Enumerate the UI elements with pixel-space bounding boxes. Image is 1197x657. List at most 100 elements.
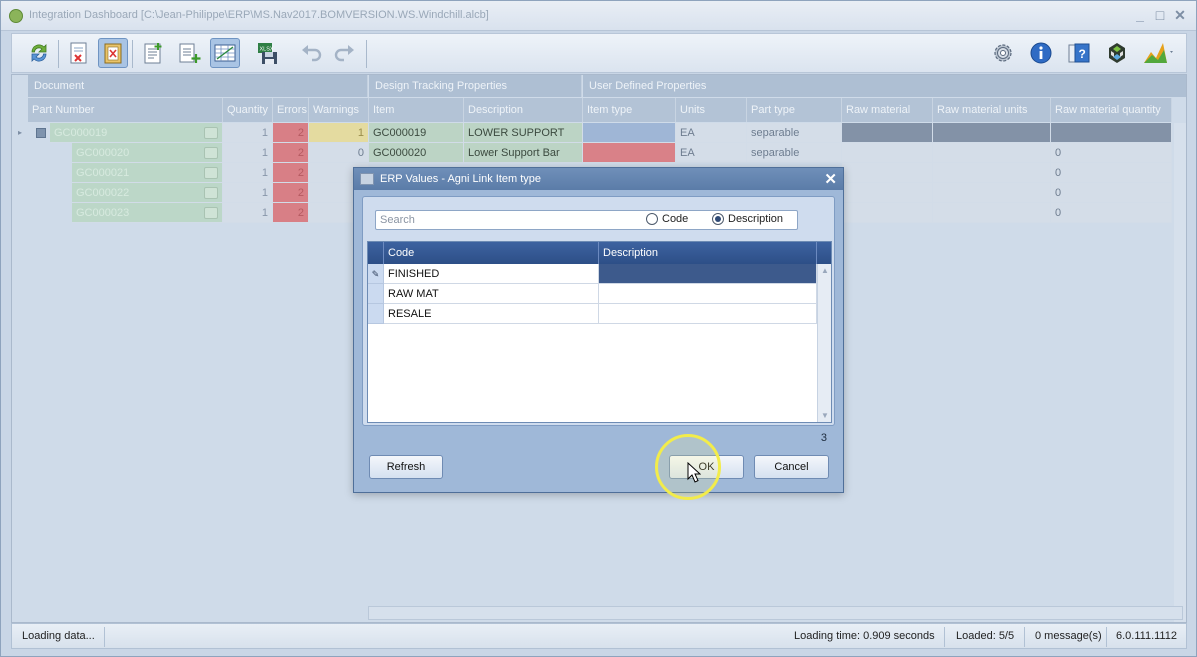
- grid-vertical-scrollbar[interactable]: [1174, 123, 1186, 622]
- warnings-cell[interactable]: 0: [309, 143, 369, 163]
- radio-code-button[interactable]: [646, 213, 658, 225]
- part-number-cell[interactable]: GC000019: [50, 123, 223, 143]
- scroll-down-icon[interactable]: ▼: [821, 411, 829, 420]
- scroll-up-icon[interactable]: ▲: [821, 266, 829, 275]
- maximize-button[interactable]: □: [1152, 7, 1168, 23]
- clipboard-icon[interactable]: [98, 38, 128, 68]
- col-part-type[interactable]: Part type: [747, 98, 842, 122]
- units-cell[interactable]: EA: [676, 123, 747, 143]
- description-cell[interactable]: [599, 284, 817, 304]
- search-input[interactable]: [380, 213, 640, 227]
- dialog-close-button[interactable]: ✕: [824, 170, 837, 188]
- raw-material-units-cell[interactable]: [933, 143, 1051, 163]
- part-number-cell[interactable]: GC000021: [72, 163, 223, 183]
- list-item[interactable]: RESALE: [368, 304, 817, 324]
- col-part-number[interactable]: Part Number: [28, 98, 223, 122]
- undo-icon[interactable]: [296, 38, 326, 68]
- part-type-cell[interactable]: separable: [747, 123, 842, 143]
- help-icon[interactable]: ?: [1064, 38, 1094, 68]
- col-errors[interactable]: Errors: [273, 98, 309, 122]
- quantity-cell[interactable]: 1: [223, 123, 273, 143]
- description-cell[interactable]: LOWER SUPPORT: [464, 123, 583, 143]
- ok-button[interactable]: OK: [669, 455, 744, 479]
- close-window-button[interactable]: ✕: [1172, 7, 1188, 23]
- raw-material-units-cell[interactable]: [933, 163, 1051, 183]
- radio-description[interactable]: Description: [712, 213, 783, 225]
- col-warnings[interactable]: Warnings: [309, 98, 369, 122]
- raw-material-quantity-cell[interactable]: 0: [1051, 183, 1172, 203]
- grid-view-icon[interactable]: [210, 38, 240, 68]
- col-erp-description[interactable]: Description: [599, 242, 817, 264]
- redo-icon[interactable]: [330, 38, 360, 68]
- item-type-cell[interactable]: [583, 143, 676, 163]
- col-raw-material-units[interactable]: Raw material units: [933, 98, 1051, 122]
- raw-material-cell[interactable]: [842, 163, 933, 183]
- errors-cell[interactable]: 2: [273, 163, 309, 183]
- col-item[interactable]: Item: [369, 98, 464, 122]
- col-quantity[interactable]: Quantity: [223, 98, 273, 122]
- part-number-cell[interactable]: GC000023: [72, 203, 223, 223]
- raw-material-quantity-cell[interactable]: 0: [1051, 203, 1172, 223]
- errors-cell[interactable]: 2: [273, 123, 309, 143]
- errors-cell[interactable]: 2: [273, 143, 309, 163]
- warnings-cell[interactable]: 1: [309, 123, 369, 143]
- description-cell[interactable]: [599, 304, 817, 324]
- minimize-button[interactable]: _: [1132, 7, 1148, 23]
- col-raw-material[interactable]: Raw material: [842, 98, 933, 122]
- list-item[interactable]: RAW MAT: [368, 284, 817, 304]
- table-row[interactable]: GC000020 1 2 0 GC000020 Lower Support Ba…: [12, 143, 1186, 163]
- remove-document-icon[interactable]: [64, 38, 94, 68]
- item-type-cell[interactable]: [583, 123, 676, 143]
- chart-icon[interactable]: [1138, 38, 1178, 68]
- col-raw-material-quantity[interactable]: Raw material quantity: [1051, 98, 1172, 122]
- refresh-button[interactable]: Refresh: [369, 455, 443, 479]
- item-cell[interactable]: GC000020: [369, 143, 464, 163]
- list-item[interactable]: ✎ FINISHED: [368, 264, 817, 284]
- units-cell[interactable]: EA: [676, 143, 747, 163]
- raw-material-quantity-cell[interactable]: 0: [1051, 143, 1172, 163]
- errors-cell[interactable]: 2: [273, 203, 309, 223]
- raw-material-quantity-cell[interactable]: [1051, 123, 1172, 143]
- code-cell[interactable]: RESALE: [384, 304, 599, 324]
- item-cell[interactable]: GC000019: [369, 123, 464, 143]
- collapse-icon[interactable]: [36, 128, 46, 138]
- new-document-icon[interactable]: [138, 38, 168, 68]
- quantity-cell[interactable]: 1: [223, 203, 273, 223]
- raw-material-cell[interactable]: [842, 143, 933, 163]
- save-xlsx-icon[interactable]: XLSX: [252, 38, 282, 68]
- raw-material-units-cell[interactable]: [933, 183, 1051, 203]
- refresh-icon[interactable]: [24, 38, 54, 68]
- description-cell[interactable]: Lower Support Bar: [464, 143, 583, 163]
- quantity-cell[interactable]: 1: [223, 163, 273, 183]
- radio-code[interactable]: Code: [646, 213, 688, 225]
- message-count[interactable]: 0 message(s): [1035, 630, 1102, 642]
- col-units[interactable]: Units: [676, 98, 747, 122]
- cancel-button[interactable]: Cancel: [754, 455, 829, 479]
- add-document-icon[interactable]: [174, 38, 204, 68]
- erp-table-scrollbar[interactable]: ▲ ▼: [817, 264, 831, 422]
- quantity-cell[interactable]: 1: [223, 183, 273, 203]
- raw-material-cell[interactable]: [842, 183, 933, 203]
- raw-material-cell[interactable]: [842, 123, 933, 143]
- raw-material-cell[interactable]: [842, 203, 933, 223]
- raw-material-units-cell[interactable]: [933, 203, 1051, 223]
- part-number-cell[interactable]: GC000022: [72, 183, 223, 203]
- errors-cell[interactable]: 2: [273, 183, 309, 203]
- quantity-cell[interactable]: 1: [223, 143, 273, 163]
- radio-description-button[interactable]: [712, 213, 724, 225]
- part-number-cell[interactable]: GC000020: [72, 143, 223, 163]
- settings-gear-icon[interactable]: [988, 38, 1018, 68]
- search-box[interactable]: Code Description: [375, 210, 798, 230]
- raw-material-quantity-cell[interactable]: 0: [1051, 163, 1172, 183]
- description-cell[interactable]: [599, 264, 817, 284]
- code-cell[interactable]: RAW MAT: [384, 284, 599, 304]
- recycle-logo-icon[interactable]: [1102, 38, 1132, 68]
- grid-horizontal-scrollbar[interactable]: [368, 606, 1183, 620]
- raw-material-units-cell[interactable]: [933, 123, 1051, 143]
- table-row[interactable]: ▸ GC000019 1 2 1 GC000019 LOWER SUPPORT …: [12, 123, 1186, 143]
- info-icon[interactable]: [1026, 38, 1056, 68]
- part-type-cell[interactable]: separable: [747, 143, 842, 163]
- col-description[interactable]: Description: [464, 98, 583, 122]
- col-code[interactable]: Code: [384, 242, 599, 264]
- col-item-type[interactable]: Item type: [583, 98, 676, 122]
